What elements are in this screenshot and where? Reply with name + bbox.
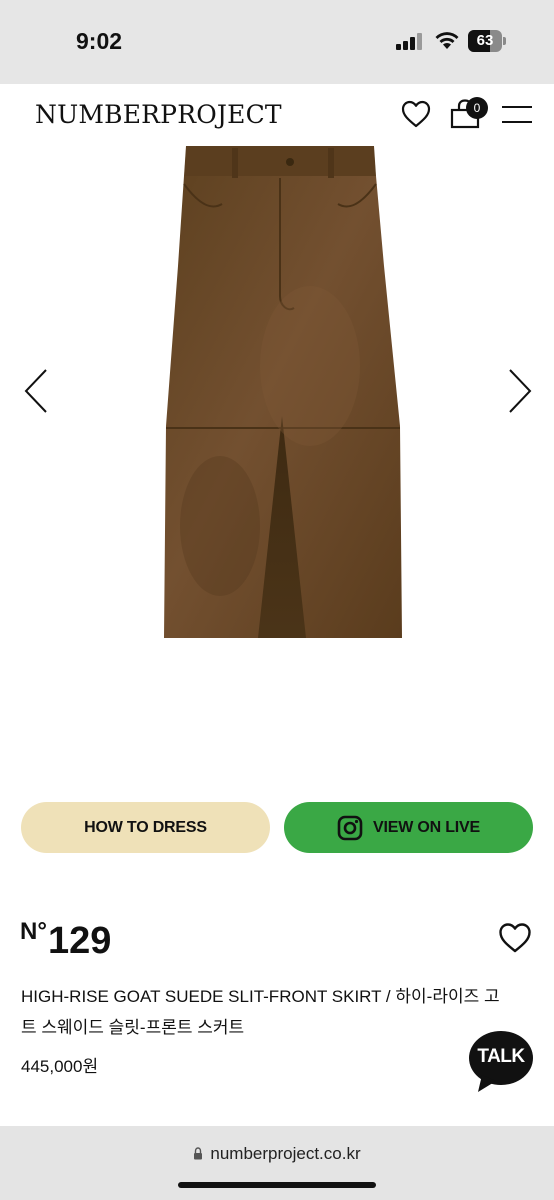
next-image-chevron-right-icon[interactable] xyxy=(504,368,534,414)
talk-label[interactable]: TALK xyxy=(468,1046,534,1068)
product-image xyxy=(164,146,402,638)
cellular-signal-icon xyxy=(396,32,426,50)
wishlist-heart-icon[interactable] xyxy=(401,100,431,128)
how-to-dress-button[interactable]: HOW TO DRESS xyxy=(21,802,270,853)
url-text: numberproject.co.kr xyxy=(210,1144,361,1163)
product-number: N° 129 xyxy=(20,918,111,964)
home-indicator[interactable] xyxy=(178,1182,376,1188)
product-number-prefix: N° xyxy=(20,918,47,945)
view-on-live-label: VIEW ON LIVE xyxy=(373,818,480,836)
status-bar: 9:02 63 xyxy=(0,0,554,84)
browser-url-bar[interactable]: numberproject.co.kr xyxy=(0,1126,554,1200)
product-number-value: 129 xyxy=(47,920,112,962)
status-time: 9:02 xyxy=(76,28,123,54)
product-image-gallery[interactable] xyxy=(0,146,554,766)
how-to-dress-label: HOW TO DRESS xyxy=(84,818,207,836)
url-display[interactable]: numberproject.co.kr xyxy=(0,1144,554,1164)
battery-icon: 63 xyxy=(468,30,506,52)
hamburger-menu-icon[interactable] xyxy=(502,104,532,126)
brand-logo[interactable]: NUMBERPROJECT xyxy=(35,100,282,129)
wifi-icon xyxy=(435,32,459,49)
previous-image-chevron-left-icon[interactable] xyxy=(22,368,52,414)
product-price: 445,000원 xyxy=(21,1057,99,1076)
product-name: HIGH-RISE GOAT SUEDE SLIT-FRONT SKIRT / … xyxy=(21,987,500,1037)
add-to-wishlist-heart-icon[interactable] xyxy=(498,922,532,954)
view-on-live-button[interactable]: VIEW ON LIVE xyxy=(284,802,533,853)
cart-count-badge: 0 xyxy=(466,97,488,119)
lock-icon xyxy=(194,1147,203,1160)
instagram-icon xyxy=(337,815,363,840)
battery-level: 63 xyxy=(476,32,494,49)
